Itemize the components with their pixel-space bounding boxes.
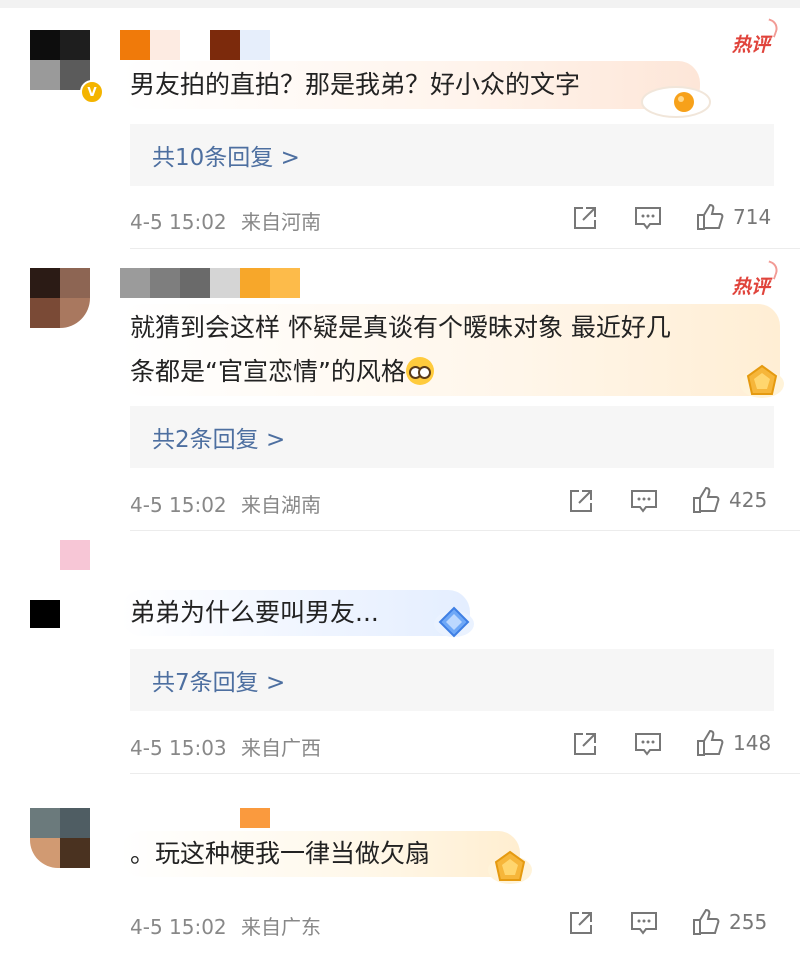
comment-meta: 4-5 15:02 来自河南 [130, 206, 321, 235]
share-icon [574, 207, 596, 229]
comment-meta: 4-5 15:02 来自湖南 [130, 489, 321, 518]
comment-button[interactable] [633, 204, 663, 232]
comment-text: 。玩这种梗我一律当做欠扇 [130, 839, 431, 868]
thumbs-up-icon [697, 203, 724, 230]
nerd-face-emoji-icon [405, 357, 434, 385]
top-divider-bar [0, 0, 800, 8]
comment-divider [130, 773, 800, 774]
comment-time: 4-5 15:03 [130, 736, 227, 760]
comment-button[interactable] [629, 487, 659, 515]
comment-meta: 4-5 15:03 来自广西 [130, 732, 321, 761]
comment-time: 4-5 15:02 [130, 915, 227, 939]
view-replies-link[interactable]: 共7条回复 > [152, 663, 285, 697]
username-masked[interactable] [120, 30, 270, 60]
like-count: 425 [729, 488, 768, 512]
share-button[interactable] [567, 909, 595, 937]
avatar[interactable] [30, 268, 90, 328]
verified-badge-icon: V [80, 80, 104, 104]
view-replies-link[interactable]: 共2条回复 > [152, 420, 285, 454]
share-icon [570, 490, 592, 512]
blue-diamond-sticker-icon [434, 606, 474, 638]
thumbs-up-icon [697, 729, 724, 756]
comment-divider [130, 248, 800, 249]
comment-icon [635, 207, 661, 230]
comment-icon [631, 490, 657, 513]
share-button[interactable] [571, 730, 599, 758]
share-icon [574, 733, 596, 755]
replies-box[interactable]: 共7条回复 > [130, 649, 774, 711]
comment-icon [635, 733, 661, 756]
username-masked[interactable] [120, 268, 300, 298]
replies-box[interactable]: 共10条回复 > [130, 124, 774, 186]
comment-time: 4-5 15:02 [130, 210, 227, 234]
replies-box[interactable]: 共2条回复 > [130, 406, 774, 468]
comment-divider [130, 530, 800, 531]
comment-icon [631, 912, 657, 935]
like-button[interactable]: 148 [695, 728, 771, 758]
comment-location: 来自广东 [241, 915, 322, 939]
comment-text: 弟弟为什么要叫男友... [130, 598, 379, 627]
comment-text: 就猜到会这样 怀疑是真谈有个暧昧对象 最近好几 条都是“官宣恋情”的风格 [130, 306, 671, 394]
like-count: 148 [733, 731, 772, 755]
gold-badge-sticker-icon [740, 364, 784, 398]
hot-comment-badge: 热评 [732, 30, 770, 57]
like-button[interactable]: 425 [691, 485, 767, 515]
view-replies-link[interactable]: 共10条回复 > [152, 138, 300, 172]
comment-text-line-2: 条都是“官宣恋情”的风格 [130, 350, 671, 394]
like-count: 714 [733, 205, 772, 229]
share-icon [570, 912, 592, 934]
comment-button[interactable] [633, 730, 663, 758]
comment-location: 来自湖南 [241, 493, 322, 517]
hot-comment-badge: 热评 [732, 272, 770, 299]
share-button[interactable] [571, 204, 599, 232]
like-button[interactable]: 255 [691, 907, 767, 937]
gold-badge-sticker-icon [488, 850, 532, 884]
egg-sticker-icon [641, 86, 711, 118]
like-count: 255 [729, 910, 768, 934]
comment-button[interactable] [629, 909, 659, 937]
avatar[interactable] [30, 540, 90, 628]
avatar[interactable] [30, 808, 90, 868]
like-button[interactable]: 714 [695, 202, 771, 232]
thumbs-up-icon [693, 908, 720, 935]
thumbs-up-icon [693, 486, 720, 513]
comment-location: 来自河南 [241, 210, 322, 234]
comment-text-line: 就猜到会这样 怀疑是真谈有个暧昧对象 最近好几 [130, 313, 671, 342]
comment-meta: 4-5 15:02 来自广东 [130, 911, 321, 940]
share-button[interactable] [567, 487, 595, 515]
comment-time: 4-5 15:02 [130, 493, 227, 517]
comment-text: 男友拍的直拍？那是我弟？好小众的文字 [130, 70, 581, 99]
comment-location: 来自广西 [241, 736, 322, 760]
avatar[interactable]: V [30, 30, 104, 104]
